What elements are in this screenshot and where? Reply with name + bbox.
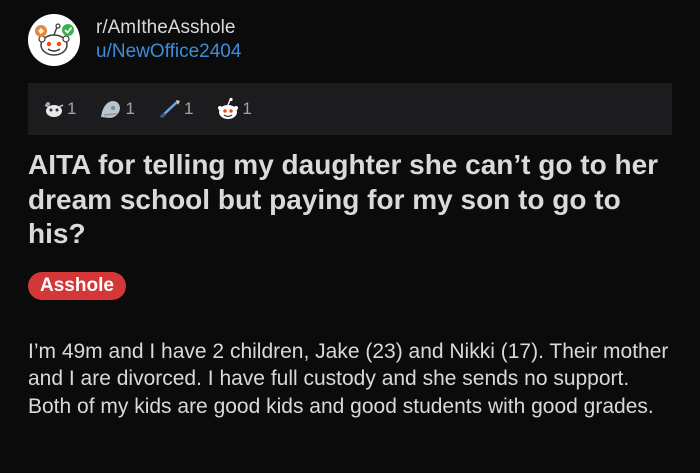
post-header: r/AmItheAsshole u/NewOffice2404	[28, 14, 241, 66]
award-wholesome[interactable]: 1	[42, 97, 76, 121]
award-count: 1	[242, 99, 252, 118]
award-helpful[interactable]: 1	[157, 97, 193, 121]
post-page: r/AmItheAsshole u/NewOffice2404 1 1 1 1 …	[0, 0, 700, 473]
subreddit-link[interactable]: r/AmItheAsshole	[96, 17, 241, 39]
award-silver[interactable]: 1	[98, 97, 135, 121]
award-snoo[interactable]: 1	[215, 96, 252, 122]
award-count: 1	[67, 99, 77, 118]
silver-award-icon	[98, 97, 124, 121]
wholesome-award-icon	[42, 97, 66, 121]
snoo-avatar-icon[interactable]	[28, 14, 80, 66]
award-count: 1	[125, 99, 135, 118]
helpful-award-icon	[157, 97, 183, 121]
awards-bar[interactable]: 1 1 1 1	[28, 83, 672, 135]
post-title[interactable]: AITA for telling my daughter she can’t g…	[28, 148, 678, 252]
post-body-text: I’m 49m and I have 2 children, Jake (23)…	[28, 340, 669, 418]
post-flair-badge[interactable]: Asshole	[28, 272, 126, 300]
post-meta: r/AmItheAsshole u/NewOffice2404	[96, 17, 241, 63]
award-count: 1	[183, 99, 194, 118]
username-link[interactable]: u/NewOffice2404	[96, 41, 241, 63]
snoo-award-icon	[215, 96, 241, 122]
